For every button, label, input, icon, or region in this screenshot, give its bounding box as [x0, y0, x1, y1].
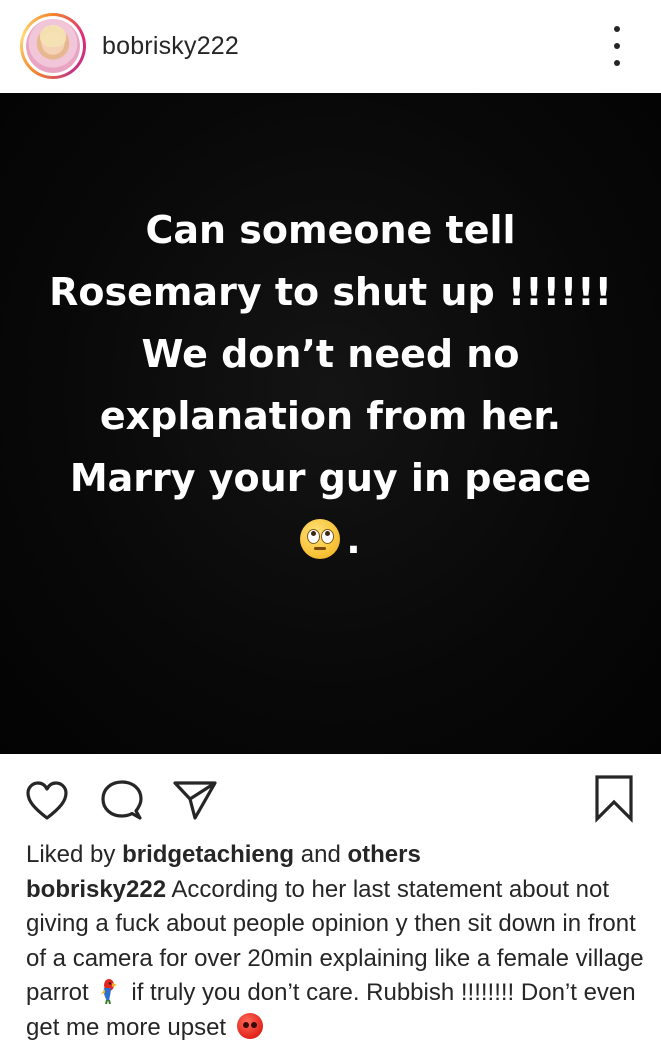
- header-username[interactable]: bobrisky222: [102, 32, 239, 61]
- post-text-line: Marry your guy in peace: [69, 456, 592, 500]
- share-icon[interactable]: [172, 778, 218, 822]
- face-with-rolling-eyes-emoji: [300, 519, 341, 559]
- post-text-suffix: .: [346, 518, 361, 562]
- caption-text: bobrisky222 According to her last statem…: [26, 873, 646, 1046]
- dot: [614, 60, 620, 66]
- post-text-last-line: .: [0, 509, 661, 571]
- parrot-emoji: [100, 979, 117, 1004]
- dot: [614, 43, 620, 49]
- caption-username[interactable]: bobrisky222: [26, 876, 166, 903]
- likes-others-link[interactable]: others: [347, 841, 420, 868]
- post-text-line: explanation from her.: [99, 394, 562, 438]
- post-text-line: Can someone tell: [145, 208, 516, 252]
- post-header: bobrisky222: [0, 0, 661, 93]
- more-vertical-icon[interactable]: [604, 26, 630, 66]
- post-caption-area: Liked by bridgetachieng and others bobri…: [26, 838, 646, 1045]
- dot: [614, 26, 620, 32]
- action-bar: [0, 768, 661, 828]
- avatar[interactable]: [20, 13, 86, 79]
- avatar-image: [26, 19, 80, 73]
- likes-connector: and: [300, 841, 341, 868]
- liked-by-user[interactable]: bridgetachieng: [122, 841, 294, 868]
- likes-prefix: Liked by: [26, 841, 116, 868]
- comment-icon[interactable]: [100, 778, 144, 822]
- post-image-text: Can someone tell Rosemary to shut up !!!…: [0, 99, 661, 571]
- heart-icon[interactable]: [24, 778, 70, 824]
- angry-face-emoji: [236, 1012, 263, 1039]
- likes-summary: Liked by bridgetachieng and others: [26, 838, 646, 873]
- avatar-border: [23, 16, 83, 76]
- bookmark-icon[interactable]: [593, 773, 635, 823]
- post-text-line: We don’t need no: [141, 332, 520, 376]
- post-text-line: Rosemary to shut up !!!!!!: [49, 270, 612, 314]
